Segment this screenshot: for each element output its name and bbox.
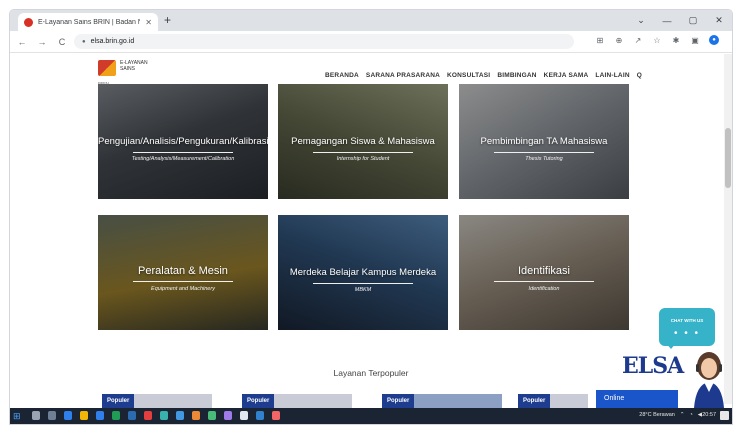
card-title: Pemagangan Siswa & Mahasiswa [291, 136, 435, 147]
card-subtitle: Identification [528, 286, 560, 292]
popular-badge: Populer [518, 394, 551, 408]
taskbar-apps [32, 411, 280, 420]
new-tab-button[interactable]: + [164, 13, 171, 27]
chat-bubble-tail [665, 342, 677, 349]
service-card-peralatan[interactable]: Peralatan & Mesin Equipment and Machiner… [98, 215, 268, 330]
reload-icon[interactable]: C [54, 37, 70, 47]
tray-up-icon[interactable]: ⌃ [680, 412, 685, 418]
typing-dots-icon: • • • [673, 328, 701, 339]
card-subtitle: Internship for Student [336, 156, 390, 162]
chrome-icon[interactable] [64, 411, 72, 420]
service-card-identifikasi[interactable]: Identifikasi Identification [459, 215, 629, 330]
excel-icon[interactable] [112, 411, 120, 420]
card-title: Merdeka Belajar Kampus Merdeka [289, 267, 437, 278]
assistant-avatar-icon[interactable] [686, 348, 732, 408]
weather-status[interactable]: 28°C Berawan [639, 412, 675, 418]
tab-title: E-Layanan Sains BRIN | Badan N... [38, 18, 141, 26]
menu-item-lain-lain[interactable]: LAIN-LAIN [595, 72, 629, 79]
address-bar-row: ← → C ● elsa.brin.go.id ⊞ ⊕ ↗ ☆ ✱ ▣ ● ⋮ [10, 31, 732, 53]
forward-icon[interactable]: → [34, 37, 50, 47]
edge-icon[interactable] [96, 411, 104, 420]
translate-icon[interactable]: ⊞ [595, 36, 605, 45]
search-icon[interactable]: Q [637, 72, 642, 79]
service-card-pengujian[interactable]: Pengujian/Analisis/Pengukuran/Kalibrasi … [98, 84, 268, 199]
popular-badge: Populer [382, 394, 415, 408]
app-icon[interactable] [208, 411, 216, 420]
minimize-button[interactable]: — [654, 10, 680, 31]
elsa-logo[interactable]: ELSA [622, 353, 684, 379]
app-icon[interactable] [160, 411, 168, 420]
windows-start-icon[interactable]: ⊞ [13, 411, 21, 422]
zoom-icon[interactable]: ⊕ [614, 36, 624, 45]
chat-with-us-button[interactable]: CHAT WITH US • • • [659, 308, 715, 349]
service-card-pembimbingan[interactable]: Pembimbingan TA Mahasiswa Thesis Tutorin… [459, 84, 629, 199]
extensions-icon[interactable]: ✱ [671, 36, 681, 45]
online-status-bar[interactable]: Online [596, 390, 678, 408]
service-card-mbkm[interactable]: Merdeka Belajar Kampus Merdeka MBKM [278, 215, 448, 330]
app-icon[interactable] [176, 411, 184, 420]
card-subtitle: Equipment and Machinery [151, 286, 215, 292]
share-icon[interactable]: ↗ [633, 36, 643, 45]
tab-bar: E-Layanan Sains BRIN | Badan N... ✕ + ⌄ … [10, 10, 732, 31]
os-taskbar: ⊞ 28°C Berawan ⌃ ◔ ◀ 20:57 [10, 408, 732, 424]
task-view-icon[interactable] [48, 411, 56, 420]
card-title: Identifikasi [518, 265, 570, 277]
more-menu-icon[interactable]: ⋮ [728, 36, 732, 45]
network-icon[interactable]: ◔ [689, 412, 692, 418]
file-explorer-icon[interactable] [80, 411, 88, 420]
app-icon[interactable] [256, 411, 264, 420]
card-title: Pembimbingan TA Mahasiswa [480, 136, 608, 147]
maximize-button[interactable]: ▢ [680, 10, 706, 31]
app-icon[interactable] [272, 411, 280, 420]
favicon-icon [24, 17, 33, 27]
close-tab-icon[interactable]: ✕ [145, 18, 152, 27]
bookmark-star-icon[interactable]: ☆ [652, 36, 662, 45]
search-taskbar-icon[interactable] [32, 411, 40, 420]
profile-avatar[interactable]: ● [709, 35, 719, 45]
popular-badge: Populer [242, 394, 275, 408]
notification-icon[interactable] [720, 411, 729, 420]
system-tray: 28°C Berawan ⌃ ◔ ◀ [639, 412, 702, 418]
menu-item-kerja-sama[interactable]: KERJA SAMA [544, 72, 589, 79]
lock-icon: ● [82, 38, 86, 45]
card-divider [313, 283, 413, 284]
back-icon[interactable]: ← [14, 37, 30, 47]
close-window-button[interactable]: ✕ [706, 10, 732, 31]
card-divider [313, 152, 413, 153]
window-controls: ⌄ — ▢ ✕ [628, 10, 732, 31]
popular-badge: Populer [102, 394, 135, 408]
logo-mark-icon [98, 60, 116, 76]
card-subtitle: MBKM [354, 287, 372, 293]
word-icon[interactable] [128, 411, 136, 420]
main-menu: BERANDA SARANA PRASARANA KONSULTASI BIMB… [325, 72, 642, 79]
card-title: Peralatan & Mesin [138, 265, 228, 277]
tab-search-icon[interactable]: ⌄ [628, 10, 654, 31]
card-subtitle: Testing/Analysis/Measurement/Calibration [131, 156, 235, 162]
menu-item-beranda[interactable]: BERANDA [325, 72, 359, 79]
browser-tab[interactable]: E-Layanan Sains BRIN | Badan N... ✕ [18, 13, 158, 31]
menu-item-sarana-prasarana[interactable]: SARANA PRASARANA [366, 72, 440, 79]
logo-line-2: SAINS [120, 66, 136, 72]
system-clock[interactable]: 20:57 [702, 412, 716, 418]
card-subtitle: Thesis Tutoring [525, 156, 563, 162]
card-divider [133, 152, 233, 153]
browser-window: E-Layanan Sains BRIN | Badan N... ✕ + ⌄ … [10, 10, 732, 424]
app-icon[interactable] [224, 411, 232, 420]
card-divider [494, 281, 594, 282]
sidebar-icon[interactable]: ▣ [690, 36, 700, 45]
url-text: elsa.brin.go.id [90, 38, 135, 45]
app-icon[interactable] [192, 411, 200, 420]
service-card-pemagangan[interactable]: Pemagangan Siswa & Mahasiswa Internship … [278, 84, 448, 199]
card-divider [133, 281, 233, 282]
app-icon[interactable] [240, 411, 248, 420]
chat-label: CHAT WITH US [670, 318, 704, 323]
scrollbar-thumb[interactable] [725, 128, 731, 188]
card-divider [494, 152, 594, 153]
app-icon[interactable] [144, 411, 152, 420]
toolbar-icons: ⊞ ⊕ ↗ ☆ ✱ ▣ ● ⋮ [595, 35, 732, 45]
card-title: Pengujian/Analisis/Pengukuran/Kalibrasi [98, 136, 268, 147]
url-input[interactable]: ● elsa.brin.go.id [74, 34, 574, 49]
menu-item-bimbingan[interactable]: BIMBINGAN [497, 72, 536, 79]
menu-item-konsultasi[interactable]: KONSULTASI [447, 72, 490, 79]
